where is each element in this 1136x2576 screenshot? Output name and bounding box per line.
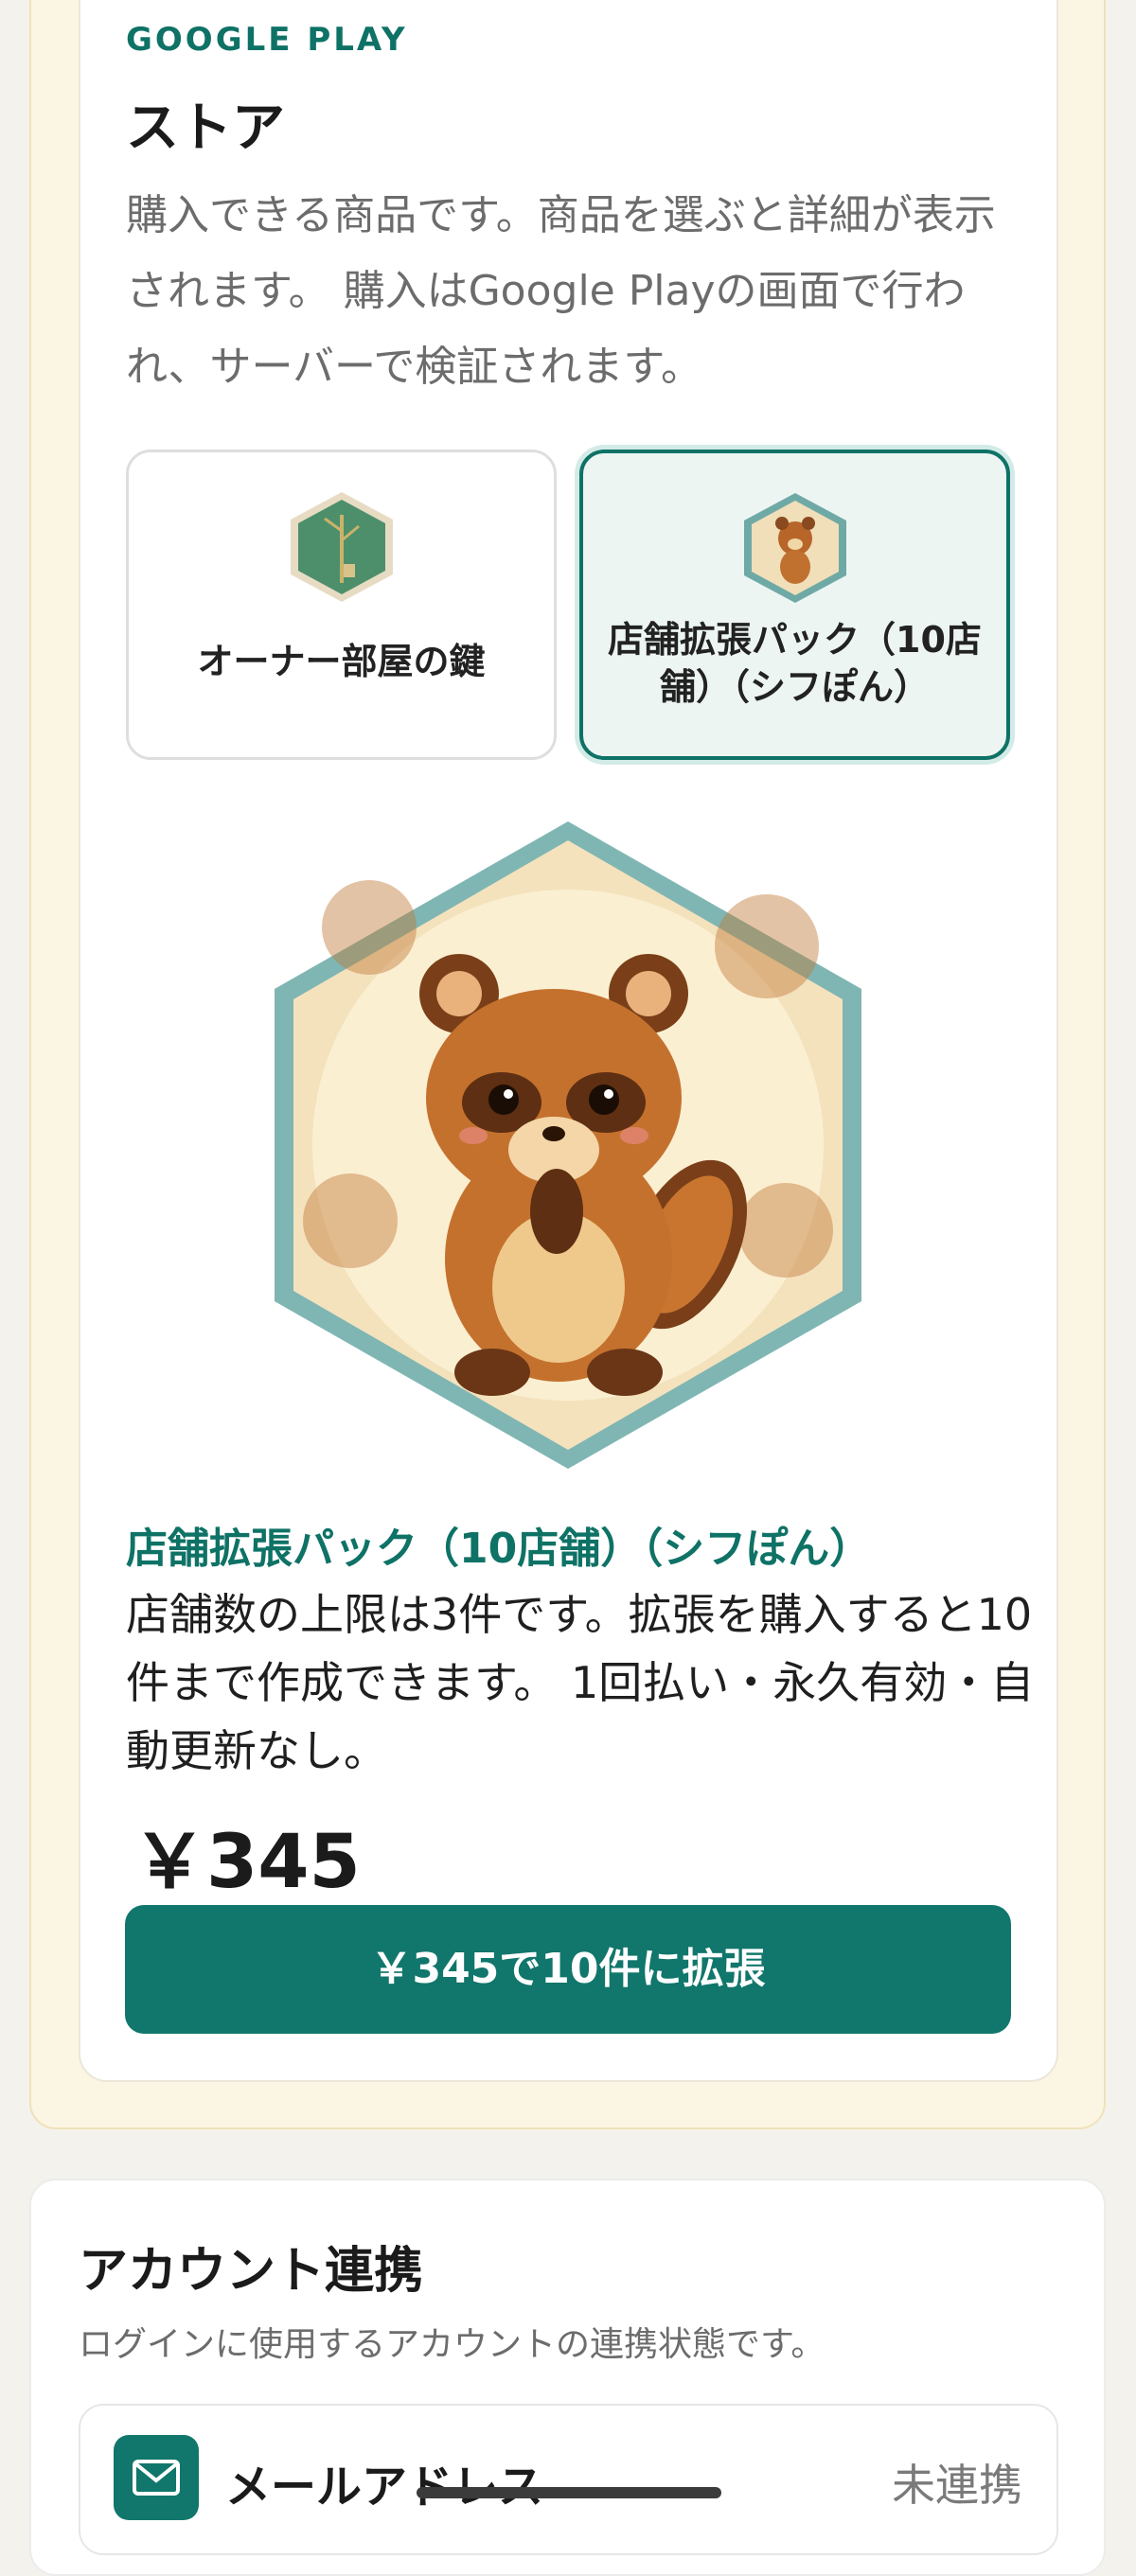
store-eyebrow: GOOGLE PLAY [126,21,408,59]
account-title: アカウント連携 [79,2243,424,2300]
product-detail-description: 店舗数の上限は3件です。拡張を購入すると10件まで作成できます。 1回払い・永久… [126,1589,1035,1776]
account-row-label: メールアドレス [225,2461,544,2514]
product-tile-owner-room-key[interactable]: オーナー部屋の鍵 [126,450,557,760]
gesture-navigation-bar[interactable] [417,2487,721,2498]
bamboo-key-hexagon-icon [290,492,393,602]
product-detail-name: 店舗拡張パック（10店舗）（シフぽん） [126,1525,872,1573]
account-row-status: 未連携 [892,2460,1022,2511]
product-tile-label: オーナー部屋の鍵 [197,641,486,682]
tanuki-hexagon-icon [743,493,846,603]
product-tile-store-expansion[interactable]: 店舗拡張パック（10店舗）（シフぽん） [579,450,1010,760]
mail-icon [114,2435,199,2520]
store-description: 購入できる商品です。商品を選ぶと詳細が表示されます。 購入はGoogle Pla… [126,191,996,391]
product-tile-label: 店舗拡張パック（10店舗）（シフぽん） [608,619,982,708]
store-title: ストア [126,97,285,159]
product-price: ￥345 [133,1820,361,1905]
tanuki-hero-image [275,821,861,1469]
buy-button[interactable]: ￥345で10件に拡張 [125,1905,1011,2034]
account-subtitle: ログインに使用するアカウントの連携状態です。 [79,2325,825,2364]
